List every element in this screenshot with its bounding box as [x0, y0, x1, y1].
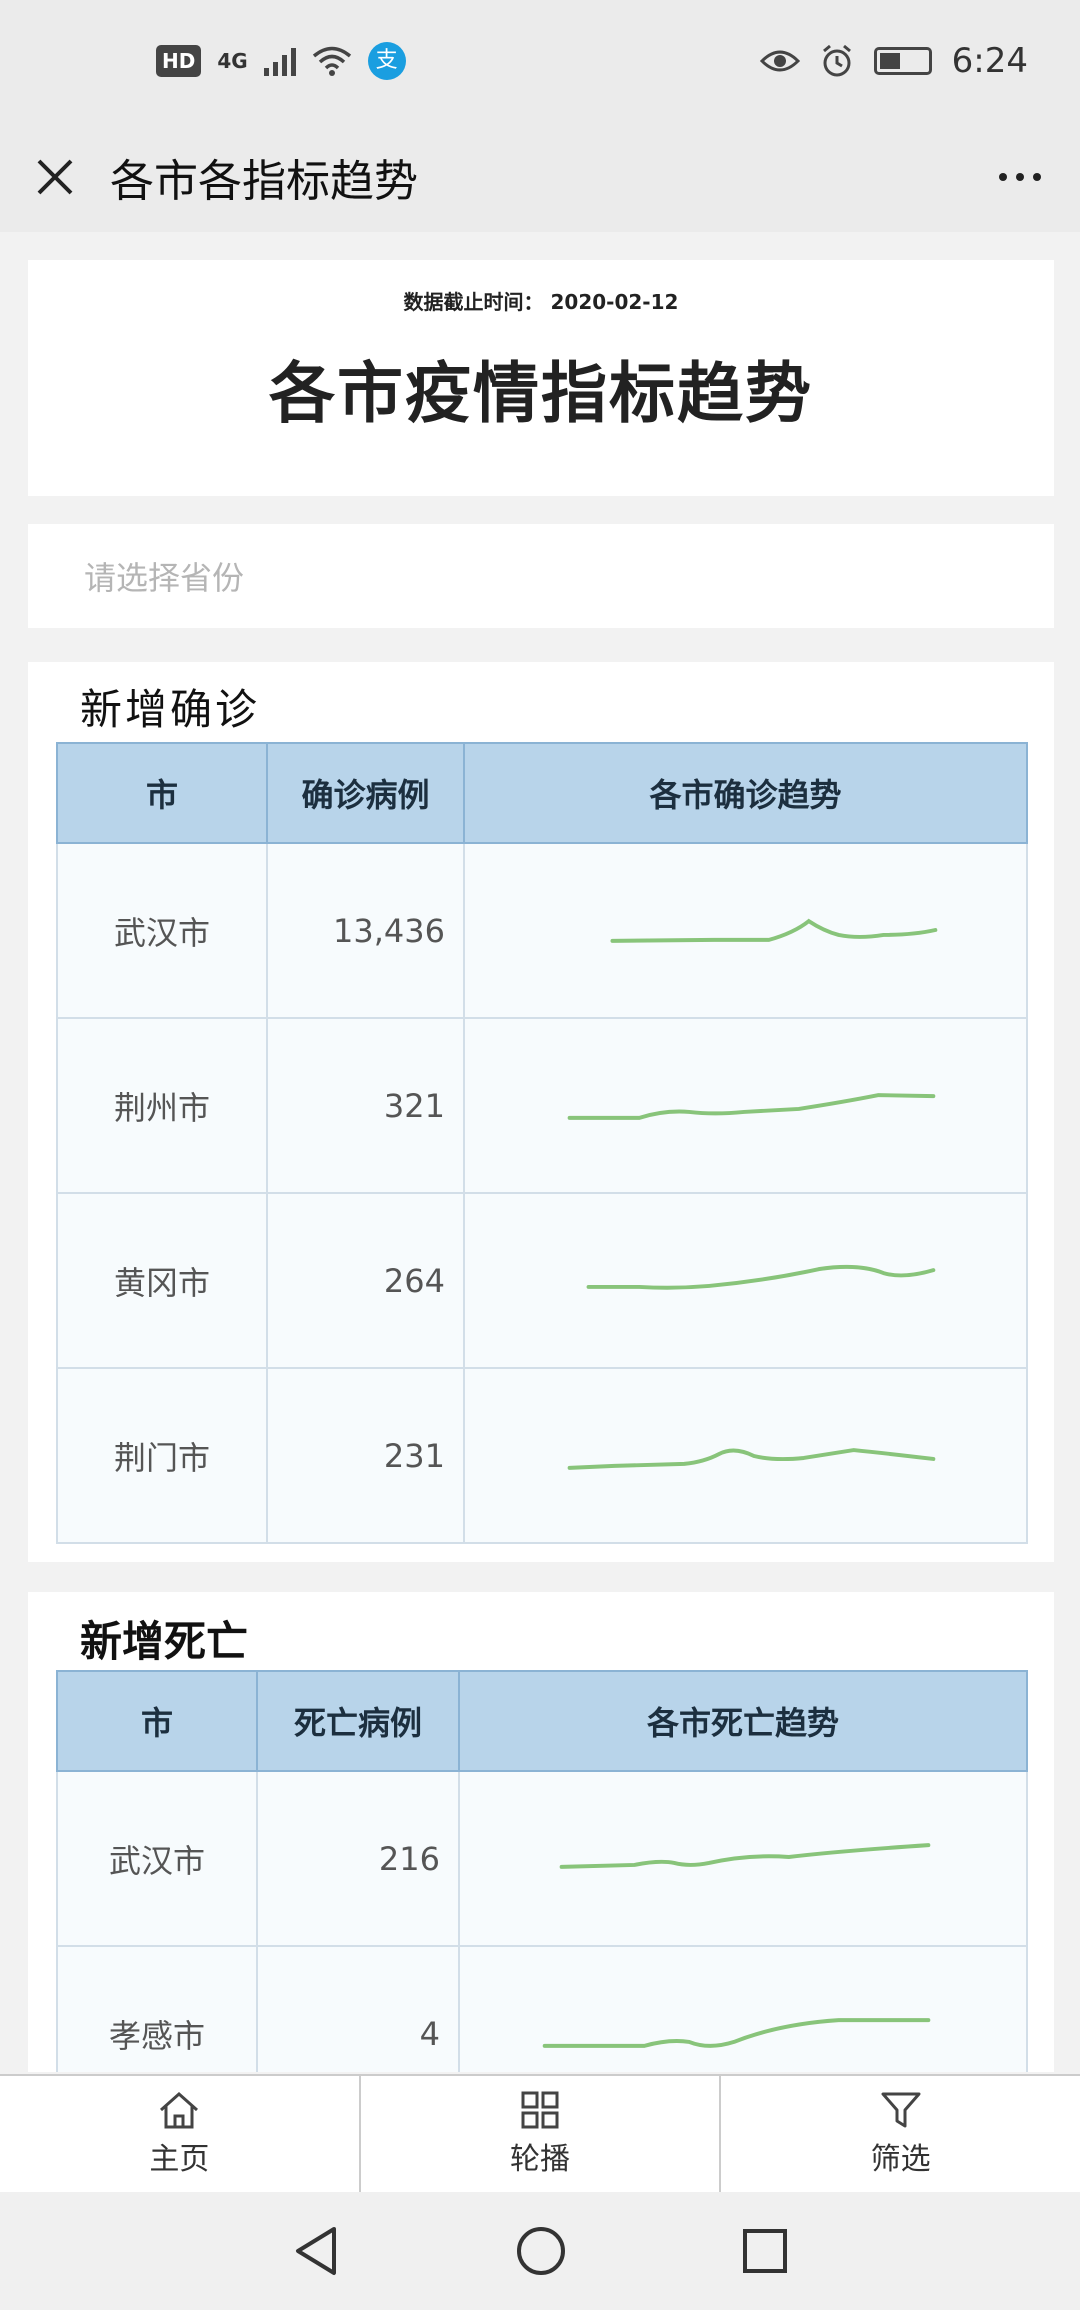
table-row[interactable]: 荆门市 231 — [56, 1367, 1028, 1544]
trend-cell — [463, 1367, 1028, 1544]
column-header-trend: 各市确诊趋势 — [463, 742, 1028, 844]
battery-icon — [873, 47, 932, 75]
nav-label: 轮播 — [510, 2142, 570, 2177]
column-header-trend: 各市死亡趋势 — [458, 1670, 1028, 1772]
value-cell: 321 — [266, 1017, 465, 1194]
table-row[interactable]: 武汉市 13,436 — [56, 842, 1028, 1019]
sparkline — [610, 918, 938, 943]
alipay-icon: 支 — [367, 42, 406, 80]
nav-item-home[interactable]: 主页 — [0, 2076, 361, 2192]
close-button[interactable] — [0, 122, 110, 232]
value-cell: 264 — [266, 1192, 465, 1369]
value-cell: 231 — [266, 1367, 465, 1544]
clock-time: 6:24 — [951, 41, 1028, 81]
close-icon — [37, 159, 73, 195]
more-dot-icon — [999, 173, 1007, 181]
wifi-icon — [312, 46, 351, 76]
sparkline — [567, 1448, 936, 1470]
column-header-value: 死亡病例 — [256, 1670, 460, 1772]
data-date: 数据截止时间： 2020-02-12 — [403, 290, 679, 314]
city-cell: 荆州市 — [56, 1017, 268, 1194]
deaths-section: 新增死亡 市 死亡病例 各市死亡趋势 武汉市 216 孝感市 4 — [28, 1592, 1054, 2072]
more-dot-icon — [1016, 173, 1024, 181]
value-cell: 4 — [256, 1945, 460, 2072]
home-circle-icon[interactable] — [515, 2225, 567, 2277]
bottom-nav: 主页 轮播 筛选 — [0, 2074, 1080, 2192]
filter-icon — [881, 2092, 921, 2128]
column-header-city: 市 — [56, 1670, 258, 1772]
city-cell: 孝感市 — [56, 1945, 258, 2072]
column-header-value: 确诊病例 — [266, 742, 465, 844]
app-bar: 各市各指标趋势 — [0, 122, 1080, 232]
trend-cell — [458, 1770, 1028, 1947]
recent-apps-icon[interactable] — [742, 2228, 788, 2274]
more-options-button[interactable] — [960, 122, 1080, 232]
city-cell: 荆门市 — [56, 1367, 268, 1544]
nav-label: 主页 — [149, 2142, 210, 2177]
table-row[interactable]: 黄冈市 264 — [56, 1192, 1028, 1369]
back-icon[interactable] — [292, 2225, 340, 2277]
confirmed-section-title: 新增确诊 — [80, 685, 261, 734]
confirmed-section: 新增确诊 市 确诊病例 各市确诊趋势 武汉市 13,436 荆州市 321 黄冈… — [28, 662, 1054, 1562]
trend-cell — [463, 1192, 1028, 1369]
more-dot-icon — [1033, 173, 1041, 181]
sparkline — [542, 2018, 931, 2048]
sparkline — [586, 1264, 936, 1290]
trend-cell — [463, 1017, 1028, 1194]
city-cell: 黄冈市 — [56, 1192, 268, 1369]
signal-icon — [263, 46, 296, 76]
confirmed-table: 市 确诊病例 各市确诊趋势 武汉市 13,436 荆州市 321 黄冈市 264… — [56, 742, 1028, 1544]
city-cell: 武汉市 — [56, 842, 268, 1019]
table-header-row: 市 死亡病例 各市死亡趋势 — [56, 1670, 1028, 1772]
sparkline — [567, 1093, 936, 1120]
table-row[interactable]: 荆州市 321 — [56, 1017, 1028, 1194]
nav-item-carousel[interactable]: 轮播 — [361, 2076, 722, 2192]
home-icon — [160, 2091, 199, 2129]
deaths-section-title: 新增死亡 — [80, 1617, 249, 1666]
eye-icon — [759, 50, 800, 72]
network-type: 4G — [217, 49, 248, 73]
hd-badge: HD — [156, 45, 202, 77]
nav-label: 筛选 — [870, 2142, 931, 2177]
alarm-icon — [822, 44, 851, 77]
header-card: 数据截止时间： 2020-02-12 各市疫情指标趋势 — [28, 260, 1054, 496]
table-row[interactable]: 孝感市 4 — [56, 1945, 1028, 2072]
nav-item-filter[interactable]: 筛选 — [721, 2076, 1080, 2192]
column-header-city: 市 — [56, 742, 268, 844]
grid-icon — [521, 2091, 559, 2129]
value-cell: 216 — [256, 1770, 460, 1947]
table-header-row: 市 确诊病例 各市确诊趋势 — [56, 742, 1028, 844]
province-select[interactable]: 请选择省份 — [28, 524, 1054, 628]
page-heading: 各市疫情指标趋势 — [269, 355, 813, 432]
trend-cell — [458, 1945, 1028, 2072]
value-cell: 13,436 — [266, 842, 465, 1019]
city-cell: 武汉市 — [56, 1770, 258, 1947]
sparkline — [559, 1843, 931, 1869]
app-title: 各市各指标趋势 — [110, 156, 418, 207]
system-nav-bar — [0, 2192, 1080, 2310]
status-bar: HD 4G 支 6:24 — [0, 0, 1080, 122]
trend-cell — [463, 842, 1028, 1019]
province-select-placeholder: 请选择省份 — [84, 559, 245, 597]
table-row[interactable]: 武汉市 216 — [56, 1770, 1028, 1947]
deaths-table: 市 死亡病例 各市死亡趋势 武汉市 216 孝感市 4 — [56, 1670, 1028, 2072]
